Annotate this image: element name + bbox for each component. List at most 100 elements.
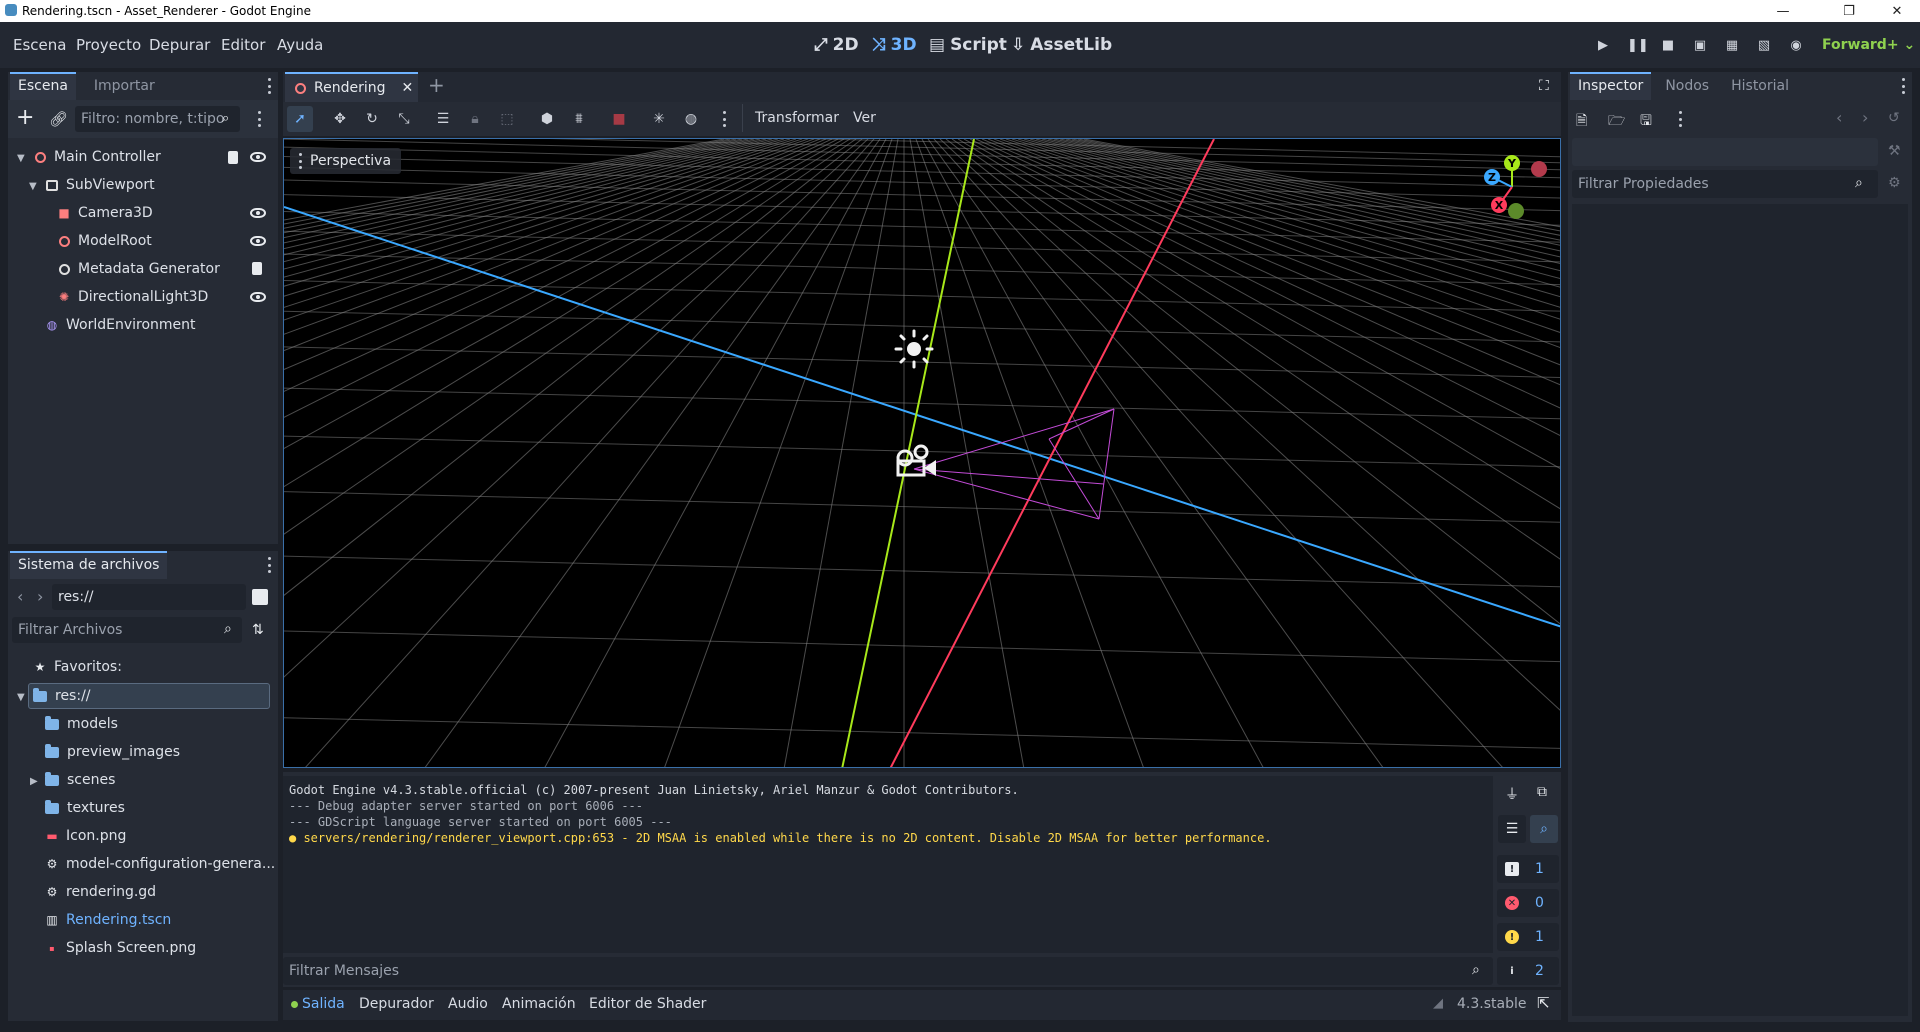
visibility-eye-icon[interactable] — [250, 152, 266, 162]
filesystem-menu-icon[interactable] — [267, 557, 271, 573]
menu-ayuda[interactable]: Ayuda — [277, 36, 323, 54]
tab-sistema-de-archivos[interactable]: Sistema de archivos — [10, 551, 168, 579]
lock-icon[interactable]: 🔒︎ — [466, 110, 484, 128]
copy-output-icon[interactable]: ⧉ — [1537, 784, 1547, 800]
tree-node-worldenvironment[interactable]: ◍ WorldEnvironment — [45, 312, 196, 338]
workspace-3d[interactable]: ⤨ 3D — [872, 35, 917, 55]
minimize-button[interactable]: — — [1760, 0, 1806, 22]
script-attached-icon[interactable] — [252, 262, 262, 275]
warnings-counter[interactable]: ! 1 — [1497, 923, 1559, 951]
tab-importar[interactable]: Importar — [86, 72, 163, 100]
sun-gizmo-icon[interactable] — [894, 329, 934, 369]
menu-proyecto[interactable]: Proyecto — [76, 36, 141, 54]
toggle-split-icon[interactable] — [252, 589, 268, 605]
tree-node-metadata-generator[interactable]: Metadata Generator — [57, 256, 220, 282]
file-rendering-gd[interactable]: ⚙ rendering.gd — [45, 879, 156, 905]
object-tool-icon[interactable]: ⚒ — [1888, 143, 1901, 159]
menu-depurar[interactable]: Depurar — [149, 36, 210, 54]
3d-viewport[interactable]: Y Z X — [283, 138, 1561, 768]
transform-menu[interactable]: Transformar — [755, 110, 839, 126]
scene-filter-input[interactable]: Filtro: nombre, t:tipo — [75, 106, 240, 132]
tab-editor-de-shader[interactable]: Editor de Shader — [589, 996, 706, 1012]
favorites-row[interactable]: ★ Favoritos: — [33, 654, 122, 680]
stop-icon[interactable]: ■ — [1659, 38, 1677, 54]
close-window-button[interactable]: ✕ — [1874, 0, 1920, 22]
history-back-icon[interactable]: ‹ — [1836, 108, 1842, 127]
filter-messages-input[interactable]: Filtrar Mensajes — [283, 957, 1493, 985]
remote-debug-icon[interactable]: ▣ — [1691, 38, 1709, 54]
rotate-tool-icon[interactable]: ↻ — [363, 110, 381, 128]
folder-textures[interactable]: textures — [45, 795, 125, 821]
script-attached-icon[interactable] — [228, 151, 238, 164]
local-space-icon[interactable]: ⬢ — [538, 110, 556, 128]
pause-icon[interactable]: ❚❚ — [1627, 38, 1649, 54]
folder-models[interactable]: models — [45, 711, 118, 737]
chevron-down-icon[interactable]: ▼ — [17, 153, 25, 164]
back-arrow-icon[interactable]: ‹ — [17, 587, 23, 606]
expand-panel-icon[interactable]: ⇱ — [1537, 994, 1550, 1012]
list-select-icon[interactable]: ☰ — [434, 110, 452, 128]
chevron-down-icon[interactable]: ▼ — [17, 692, 25, 703]
movie-maker-icon[interactable]: ◉ — [1787, 38, 1805, 54]
scene-dock-menu-icon[interactable] — [267, 78, 271, 94]
messages-counter[interactable]: ! 1 — [1497, 855, 1559, 883]
clear-output-icon[interactable]: ⏚ — [1505, 784, 1519, 804]
history-forward-icon[interactable]: › — [1862, 108, 1868, 127]
file-icon-png[interactable]: ▬ Icon.png — [45, 823, 126, 849]
scale-tool-icon[interactable]: ⤡ — [395, 110, 413, 128]
move-tool-icon[interactable]: ✥ — [331, 110, 349, 128]
camera-preview-icon[interactable]: ■ — [610, 110, 628, 128]
tab-historial[interactable]: Historial — [1723, 72, 1797, 100]
sort-icon[interactable]: ⇅ — [252, 622, 264, 638]
info-counter[interactable]: i 2 — [1497, 957, 1559, 985]
add-node-icon[interactable]: + — [16, 107, 34, 129]
chevron-right-icon[interactable]: ▶ — [30, 776, 38, 787]
close-tab-icon[interactable]: ✕ — [402, 80, 414, 96]
view-menu[interactable]: Ver — [853, 110, 876, 126]
folder-res[interactable]: res:// — [33, 683, 91, 709]
link-icon[interactable]: 🔗︎ — [49, 110, 68, 128]
play-custom-scene-icon[interactable]: ▧ — [1755, 38, 1773, 54]
tab-depurador[interactable]: Depurador — [359, 996, 434, 1012]
errors-counter[interactable]: ✕ 0 — [1497, 889, 1559, 917]
tab-nodos[interactable]: Nodos — [1657, 72, 1717, 100]
file-splash-screen-png[interactable]: ▪ Splash Screen.png — [45, 935, 196, 961]
new-resource-icon[interactable]: 🗎︎ — [1576, 110, 1587, 134]
tab-escena[interactable]: Escena — [10, 72, 76, 100]
renderer-selector[interactable]: Forward+ ⌄ — [1822, 37, 1915, 53]
environment-preview-icon[interactable]: ◍ — [682, 110, 700, 128]
play-scene-icon[interactable]: ▦ — [1723, 38, 1741, 54]
folder-preview-images[interactable]: preview_images — [45, 739, 180, 765]
property-settings-icon[interactable]: ⚙ — [1888, 175, 1901, 191]
file-rendering-tscn[interactable]: ▥ Rendering.tscn — [45, 907, 171, 933]
visibility-eye-icon[interactable] — [250, 208, 266, 218]
path-field[interactable]: res:// — [52, 584, 246, 610]
select-tool-icon[interactable]: ➚ — [291, 110, 309, 128]
filter-properties-input[interactable]: Filtrar Propiedades — [1572, 170, 1878, 198]
save-icon[interactable]: 🖫︎ — [1640, 110, 1652, 134]
scene-filter-menu-icon[interactable] — [257, 111, 261, 127]
tab-inspector[interactable]: Inspector — [1570, 72, 1652, 100]
workspace-2d[interactable]: ⤢ 2D — [814, 35, 859, 55]
scene-tab-rendering[interactable]: Rendering ✕ — [285, 72, 418, 102]
sun-preview-icon[interactable]: ✳ — [650, 110, 668, 128]
maximize-button[interactable]: ❐ — [1826, 0, 1872, 22]
visibility-eye-icon[interactable] — [250, 292, 266, 302]
tree-node-main-controller[interactable]: Main Controller — [33, 144, 161, 170]
inspector-menu-icon[interactable] — [1901, 78, 1905, 94]
snap-icon[interactable]: ⩩ — [570, 110, 588, 128]
tree-node-camera3d[interactable]: ■ Camera3D — [57, 200, 152, 226]
menu-escena[interactable]: Escena — [13, 36, 66, 54]
output-log[interactable]: Godot Engine v4.3.stable.official (c) 20… — [283, 776, 1493, 953]
add-scene-tab-icon[interactable]: + — [428, 73, 445, 97]
distraction-free-icon[interactable]: ⛶ — [1539, 78, 1549, 94]
tree-node-subviewport[interactable]: SubViewport — [45, 172, 155, 198]
perspective-menu-button[interactable]: Perspectiva — [290, 148, 402, 174]
group-icon[interactable]: ⬚ — [498, 110, 516, 128]
visibility-eye-icon[interactable] — [250, 236, 266, 246]
tree-node-modelroot[interactable]: ModelRoot — [57, 228, 152, 254]
file-model-configuration[interactable]: ⚙ model-configuration-genera... — [45, 851, 276, 877]
workspace-assetlib[interactable]: ⇩ AssetLib — [1011, 35, 1112, 55]
tree-node-directionallight3d[interactable]: ✺ DirectionalLight3D — [57, 284, 208, 310]
tab-animacion[interactable]: Animación — [502, 996, 576, 1012]
